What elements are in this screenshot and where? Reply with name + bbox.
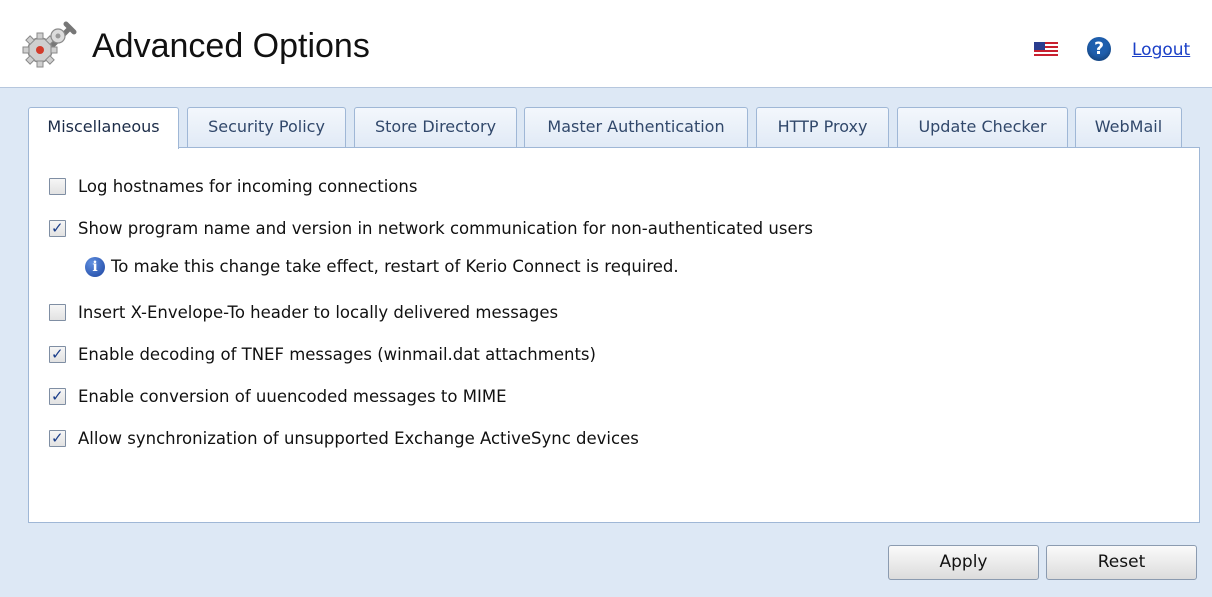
checkbox-activesync-sync[interactable]: ✓ (49, 429, 66, 447)
checkbox-show-program-name[interactable]: ✓ (49, 219, 66, 237)
help-icon[interactable]: ? (1087, 37, 1111, 61)
us-flag-icon[interactable] (1034, 42, 1058, 56)
checkmark-icon: ✓ (51, 387, 64, 405)
checkmark-icon: ✓ (51, 345, 64, 363)
checkmark-icon: ✓ (51, 219, 64, 237)
checkmark-icon: ✓ (51, 429, 64, 447)
option-label: Show program name and version in network… (78, 219, 813, 238)
option-label: Allow synchronization of unsupported Exc… (78, 429, 639, 448)
option-label: Insert X-Envelope-To header to locally d… (78, 303, 559, 322)
tab-webmail[interactable]: WebMail (1075, 107, 1182, 147)
checkbox-tnef-decoding[interactable]: ✓ (49, 345, 66, 363)
tab-update-checker[interactable]: Update Checker (897, 107, 1068, 147)
tab-security-policy[interactable]: Security Policy (187, 107, 346, 147)
gears-icon (22, 21, 77, 68)
checkbox-log-hostnames[interactable] (49, 178, 66, 195)
options-panel: Log hostnames for incoming connections ✓… (28, 147, 1200, 523)
checkbox-uuencode-conversion[interactable]: ✓ (49, 387, 66, 405)
option-label: Log hostnames for incoming connections (78, 177, 418, 196)
apply-button[interactable]: Apply (888, 545, 1039, 580)
tab-miscellaneous[interactable]: Miscellaneous (28, 107, 179, 149)
option-label: Enable conversion of uuencoded messages … (78, 387, 507, 406)
tab-http-proxy[interactable]: HTTP Proxy (756, 107, 889, 147)
info-icon: i (85, 257, 105, 277)
header: Advanced Options ? Logout (0, 0, 1212, 88)
option-label: Enable decoding of TNEF messages (winmai… (78, 345, 596, 364)
reset-button[interactable]: Reset (1046, 545, 1197, 580)
checkbox-insert-x-envelope[interactable] (49, 304, 66, 321)
logout-link[interactable]: Logout (1132, 40, 1190, 60)
note-text: To make this change take effect, restart… (111, 257, 679, 276)
tab-store-directory[interactable]: Store Directory (354, 107, 517, 147)
page-title: Advanced Options (92, 27, 370, 65)
tab-master-authentication[interactable]: Master Authentication (524, 107, 748, 147)
